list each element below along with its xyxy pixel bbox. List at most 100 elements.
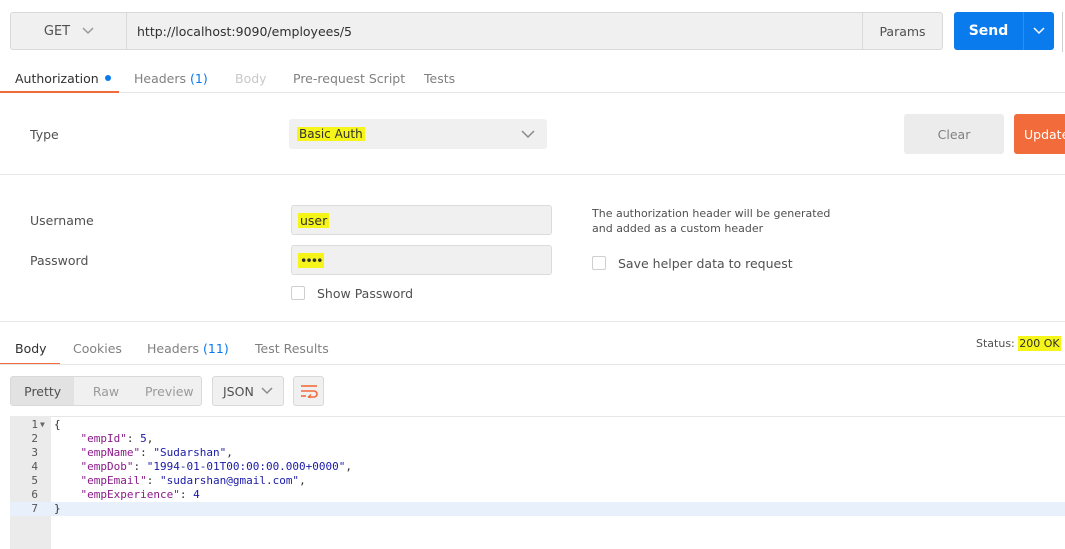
json-value: "Sudarshan"	[153, 446, 227, 459]
chevron-down-icon	[82, 27, 94, 35]
response-tab-cookies[interactable]: Cookies	[73, 336, 122, 360]
username-label: Username	[30, 213, 94, 228]
code-text: "empId": 5,	[80, 432, 154, 445]
response-tab-test-results[interactable]: Test Results	[255, 336, 329, 360]
line-number: 7	[31, 502, 38, 515]
password-field[interactable]: ••••	[291, 245, 552, 275]
clear-button[interactable]: Clear	[904, 114, 1004, 154]
tab-count: (1)	[190, 70, 208, 86]
tab-body[interactable]: Body	[235, 64, 267, 92]
code-line-active: 7 }	[10, 502, 1065, 516]
code-text: }	[54, 502, 61, 515]
tab-label: Body	[15, 340, 47, 356]
json-key: "empEmail"	[80, 474, 147, 487]
line-number: 3	[31, 446, 38, 459]
json-key: "empExperience"	[80, 488, 180, 501]
response-tab-headers[interactable]: Headers (11)	[147, 336, 229, 360]
chevron-down-icon	[261, 387, 273, 395]
code-text: {	[54, 418, 61, 431]
line-number: 1	[31, 418, 38, 431]
method-label: GET	[43, 23, 71, 39]
code-text: "empExperience": 4	[80, 488, 200, 501]
tab-label: Test Results	[255, 340, 329, 356]
view-mode-raw[interactable]: Raw	[74, 377, 137, 405]
type-label: Type	[30, 127, 59, 142]
fold-arrow-icon[interactable]: ▼	[40, 418, 45, 432]
password-value: ••••	[298, 252, 324, 268]
code-line: 4 "empDob": "1994-01-01T00:00:00.000+000…	[10, 460, 1065, 474]
line-number: 4	[31, 460, 38, 473]
username-value: user	[298, 212, 330, 228]
divider	[0, 364, 1065, 365]
json-key: "empName"	[80, 446, 141, 459]
tab-label: Headers	[147, 340, 200, 356]
auth-type-value: Basic Auth	[297, 127, 365, 141]
clear-label: Clear	[937, 126, 971, 142]
chevron-down-icon	[521, 130, 535, 138]
send-options-button[interactable]	[1023, 12, 1054, 50]
line-number: 2	[31, 432, 38, 445]
update-label: Update Request	[1024, 126, 1065, 142]
json-punct: ,	[345, 460, 353, 473]
save-helper-label: Save helper data to request	[618, 256, 793, 271]
format-select[interactable]: JSON	[212, 376, 284, 406]
format-value: JSON	[223, 383, 254, 399]
code-line: 2 "empId": 5,	[10, 432, 1065, 446]
tab-label: Body	[235, 70, 267, 86]
json-value: 4	[193, 488, 200, 501]
json-punct: ,	[146, 432, 154, 445]
wrap-lines-button[interactable]	[293, 376, 324, 406]
status-label: Status:	[976, 337, 1015, 350]
json-value: 5	[140, 432, 147, 445]
view-mode-preview[interactable]: Preview	[138, 377, 201, 405]
view-mode-pretty[interactable]: Pretty	[11, 377, 75, 405]
active-dot-icon	[104, 75, 111, 81]
send-button[interactable]: Send	[954, 12, 1023, 50]
url-value: http://localhost:9090/employees/5	[137, 23, 353, 39]
divider	[0, 92, 1065, 93]
response-tab-body[interactable]: Body	[15, 336, 47, 360]
url-input[interactable]: http://localhost:9090/employees/5	[126, 12, 863, 50]
show-password-checkbox[interactable]	[291, 286, 305, 300]
password-label: Password	[30, 253, 89, 268]
code-text: "empName": "Sudarshan",	[80, 446, 233, 459]
wrap-lines-icon	[300, 385, 318, 398]
tab-tests[interactable]: Tests	[424, 64, 455, 92]
json-punct: ,	[226, 446, 233, 459]
tab-headers[interactable]: Headers (1)	[134, 64, 208, 92]
tab-label: Authorization	[15, 70, 99, 86]
tab-label: Headers	[134, 70, 187, 86]
params-label: Params	[879, 23, 926, 39]
code-line: 5 "empEmail": "sudarshan@gmail.com",	[10, 474, 1065, 488]
username-field[interactable]: user	[291, 205, 552, 235]
tab-authorization[interactable]: Authorization	[15, 64, 111, 92]
json-key: "empId"	[80, 432, 127, 445]
send-label: Send	[968, 23, 1009, 39]
json-punct: ,	[299, 474, 306, 487]
tab-pre-request-script[interactable]: Pre-request Script	[293, 64, 405, 92]
json-value: "sudarshan@gmail.com"	[159, 474, 300, 487]
chevron-down-icon	[1033, 27, 1045, 35]
view-mode-group: Pretty Raw Preview	[10, 376, 202, 406]
code-text: "empDob": "1994-01-01T00:00:00.000+0000"…	[80, 460, 353, 473]
json-key: "empDob"	[80, 460, 134, 473]
method-select[interactable]: GET	[10, 12, 127, 50]
code-text: "empEmail": "sudarshan@gmail.com",	[80, 474, 306, 487]
save-helper-checkbox[interactable]	[592, 256, 606, 270]
auth-type-select[interactable]: Basic Auth	[289, 119, 547, 149]
tab-label: Tests	[424, 70, 456, 86]
divider	[0, 174, 1065, 175]
update-request-button[interactable]: Update Request	[1014, 114, 1065, 154]
tab-label: Pre-request Script	[293, 70, 406, 86]
tab-label: Cookies	[73, 340, 122, 356]
params-button[interactable]: Params	[862, 12, 943, 50]
code-line: 1 ▼ {	[10, 418, 1065, 432]
show-password-label: Show Password	[317, 286, 414, 301]
response-status: Status: 200 OK	[976, 336, 1061, 351]
line-number: 6	[31, 488, 38, 501]
divider	[0, 321, 1065, 322]
status-value: 200 OK	[1018, 336, 1061, 351]
code-line: 6 "empExperience": 4	[10, 488, 1065, 502]
json-value: "1994-01-01T00:00:00.000+0000"	[146, 460, 346, 473]
active-tab-indicator	[0, 91, 119, 93]
